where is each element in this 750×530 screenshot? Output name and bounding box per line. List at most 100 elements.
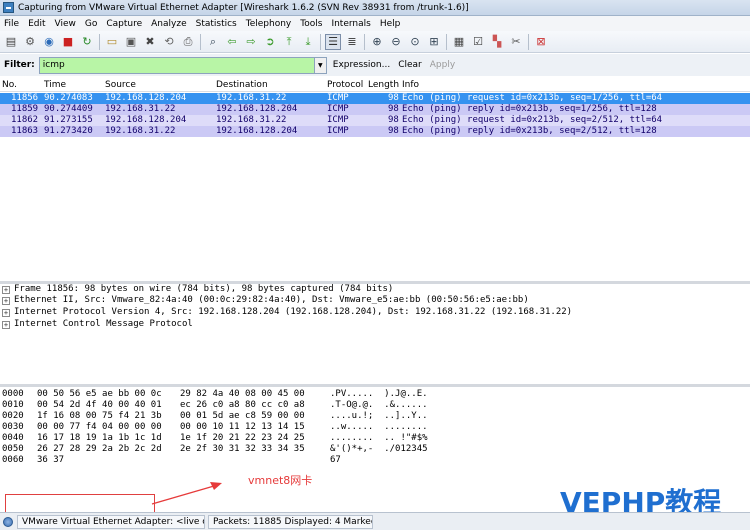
filter-dropdown-icon[interactable]: ▼ [314, 56, 327, 74]
display-filters-icon[interactable]: ☑ [470, 34, 486, 50]
column-header-no[interactable]: No. [2, 80, 17, 90]
go-to-packet-icon[interactable]: ➲ [262, 34, 278, 50]
packet-time: 91.273155 [44, 115, 93, 125]
detail-icmp[interactable]: + Internet Control Message Protocol [2, 319, 193, 330]
column-header-length[interactable]: Length [368, 80, 399, 90]
help-icon[interactable]: ⊠ [533, 34, 549, 50]
hex-bytes: 00 54 2d 4f 40 00 40 01 [37, 400, 162, 410]
detail-text: Ethernet II, Src: Vmware_82:4a:40 (00:0c… [14, 295, 529, 305]
hex-offset: 0040 [2, 433, 24, 443]
column-header-source[interactable]: Source [105, 80, 136, 90]
autoscroll-icon[interactable]: ≣ [344, 34, 360, 50]
hex-offset: 0030 [2, 422, 24, 432]
open-file-icon[interactable]: ▭ [104, 34, 120, 50]
packet-row[interactable]: 11862 91.273155 192.168.128.204 192.168.… [0, 115, 750, 126]
packet-protocol: ICMP [327, 93, 349, 103]
column-header-info[interactable]: Info [402, 80, 419, 90]
go-forward-icon[interactable]: ⇨ [243, 34, 259, 50]
menu-edit[interactable]: Edit [28, 19, 45, 29]
zoom-out-icon[interactable]: ⊖ [388, 34, 404, 50]
menu-analyze[interactable]: Analyze [151, 19, 186, 29]
close-file-icon[interactable]: ✖ [142, 34, 158, 50]
hex-offset: 0060 [2, 455, 24, 465]
find-packet-icon[interactable]: ⌕ [205, 34, 221, 50]
hex-ascii: ....u.!; ..]..Y.. [330, 411, 428, 421]
toolbar-separator [528, 33, 529, 50]
menu-file[interactable]: File [4, 19, 19, 29]
packet-protocol: ICMP [327, 115, 349, 125]
clear-button[interactable]: Clear [398, 60, 422, 70]
colorize-icon[interactable]: ☰ [325, 33, 341, 50]
go-back-icon[interactable]: ⇦ [224, 34, 240, 50]
packet-no: 11862 [11, 115, 39, 125]
menu-internals[interactable]: Internals [331, 19, 370, 29]
hex-row: 0050 26 27 28 29 2a 2b 2c 2d 2e 2f 30 31… [2, 444, 428, 455]
menu-view[interactable]: View [55, 19, 76, 29]
packet-row[interactable]: 11863 91.273420 192.168.31.22 192.168.12… [0, 126, 750, 137]
capture-options-icon[interactable]: ⚙ [22, 34, 38, 50]
menu-tools[interactable]: Tools [300, 19, 322, 29]
save-file-icon[interactable]: ▣ [123, 34, 139, 50]
expression-button[interactable]: Expression... [333, 60, 390, 70]
resize-columns-icon[interactable]: ⊞ [426, 34, 442, 50]
menu-telephony[interactable]: Telephony [246, 19, 292, 29]
detail-frame[interactable]: + Frame 11856: 98 bytes on wire (784 bit… [2, 284, 393, 295]
reload-icon[interactable]: ⟲ [161, 34, 177, 50]
packet-length: 98 [388, 104, 399, 114]
expand-icon[interactable]: + [2, 296, 10, 305]
hex-bytes: 00 01 5d ae c8 59 00 00 [180, 411, 305, 421]
stop-capture-icon[interactable]: ■ [60, 34, 76, 50]
column-header-destination[interactable]: Destination [216, 80, 268, 90]
hex-ascii: ..w..... ........ [330, 422, 428, 432]
column-header-protocol[interactable]: Protocol [327, 80, 363, 90]
packet-details-pane[interactable]: + Frame 11856: 98 bytes on wire (784 bit… [0, 284, 750, 384]
preferences-icon[interactable]: ✂ [508, 34, 524, 50]
hex-bytes: 16 17 18 19 1a 1b 1c 1d [37, 433, 162, 443]
coloring-rules-icon[interactable]: ▚ [489, 34, 505, 50]
menu-capture[interactable]: Capture [106, 19, 142, 29]
detail-text: Frame 11856: 98 bytes on wire (784 bits)… [14, 284, 394, 294]
toolbar-separator [320, 33, 321, 50]
go-last-icon[interactable]: ⤓ [300, 34, 316, 50]
menu-statistics[interactable]: Statistics [196, 19, 237, 29]
go-first-icon[interactable]: ⤒ [281, 34, 297, 50]
packet-row[interactable]: 11856 90.274083 192.168.128.204 192.168.… [0, 93, 750, 104]
expand-icon[interactable]: + [2, 285, 10, 294]
zoom-in-icon[interactable]: ⊕ [369, 34, 385, 50]
interface-list-icon[interactable]: ▤ [3, 34, 19, 50]
hex-ascii: &'()*+,- ./012345 [330, 444, 428, 454]
packet-destination: 192.168.31.22 [216, 115, 287, 125]
display-filter-input[interactable] [38, 56, 315, 74]
capture-status-icon[interactable] [3, 516, 13, 527]
detail-ip[interactable]: + Internet Protocol Version 4, Src: 192.… [2, 307, 572, 318]
restart-capture-icon[interactable]: ↻ [79, 34, 95, 50]
print-icon[interactable]: ⎙ [180, 34, 196, 50]
menu-help[interactable]: Help [380, 19, 401, 29]
main-toolbar: ▤ ⚙ ◉ ■ ↻ ▭ ▣ ✖ ⟲ ⎙ ⌕ ⇦ ⇨ ➲ ⤒ ⤓ ☰ ≣ ⊕ ⊖ … [0, 31, 750, 53]
detail-text: Internet Control Message Protocol [14, 319, 193, 329]
annotation-label: vmnet8网卡 [248, 474, 313, 487]
status-bar: VMware Virtual Ethernet Adapter: <live c… [0, 512, 750, 530]
packet-row[interactable]: 11859 90.274409 192.168.31.22 192.168.12… [0, 104, 750, 115]
hex-ascii: .T-O@.@. .&...... [330, 400, 428, 410]
toolbar-separator [99, 33, 100, 50]
packet-no: 11859 [11, 104, 39, 114]
packet-length: 98 [388, 126, 399, 136]
status-interface[interactable]: VMware Virtual Ethernet Adapter: <live c… [17, 514, 205, 529]
zoom-normal-icon[interactable]: ⊙ [407, 34, 423, 50]
detail-ethernet[interactable]: + Ethernet II, Src: Vmware_82:4a:40 (00:… [2, 295, 529, 306]
start-capture-icon[interactable]: ◉ [41, 34, 57, 50]
hex-offset: 0020 [2, 411, 24, 421]
capture-filters-icon[interactable]: ▦ [451, 34, 467, 50]
expand-icon[interactable]: + [2, 308, 10, 317]
column-header-time[interactable]: Time [44, 80, 66, 90]
detail-text: Internet Protocol Version 4, Src: 192.16… [14, 307, 573, 317]
hex-bytes: ec 26 c0 a8 80 cc c0 a8 [180, 400, 305, 410]
hex-row: 0020 1f 16 08 00 75 f4 21 3b 00 01 5d ae… [2, 411, 428, 422]
menu-go[interactable]: Go [85, 19, 97, 29]
packet-no: 11863 [11, 126, 39, 136]
packet-list[interactable]: 11856 90.274083 192.168.128.204 192.168.… [0, 92, 750, 282]
packet-destination: 192.168.128.204 [216, 104, 298, 114]
expand-icon[interactable]: + [2, 320, 10, 329]
apply-button[interactable]: Apply [430, 60, 455, 70]
